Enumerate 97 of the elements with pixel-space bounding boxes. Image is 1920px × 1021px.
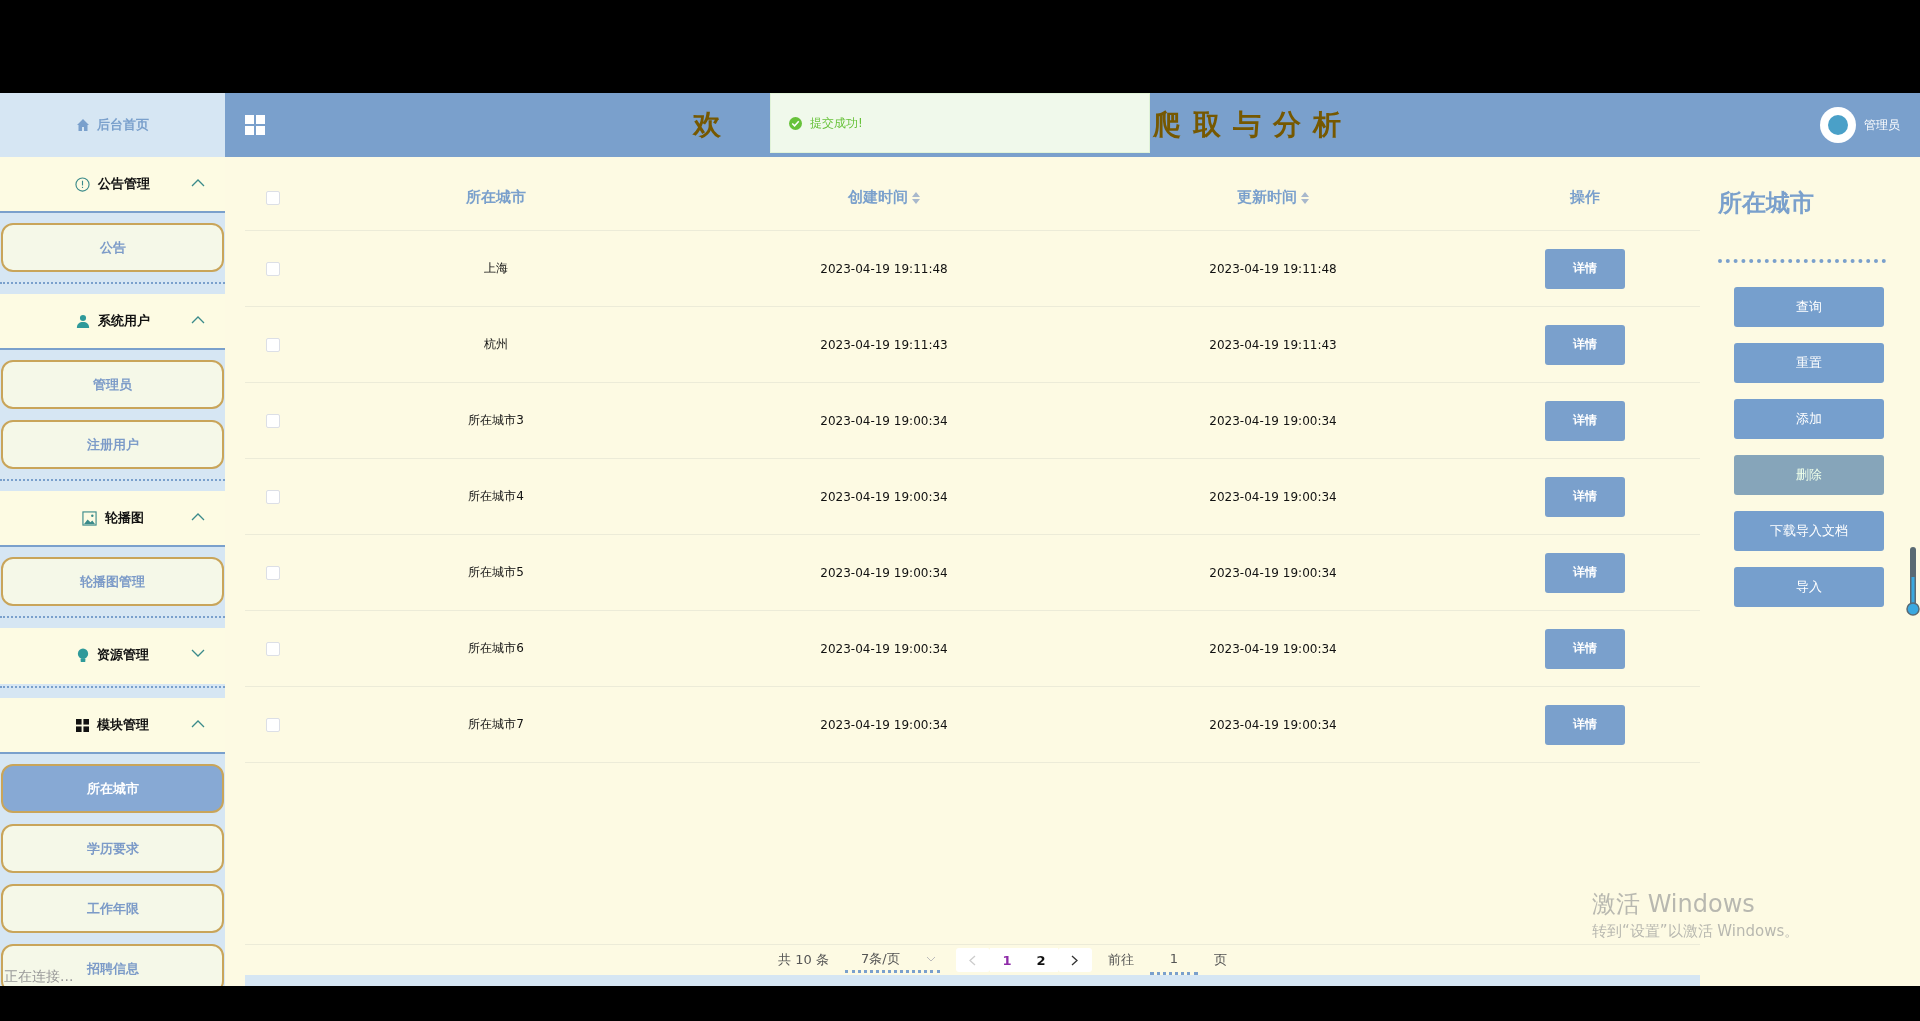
menu-item[interactable]: 管理员 — [1, 360, 224, 409]
chevron-up-icon — [191, 315, 205, 324]
table-cell-text: 所在城市6 — [467, 640, 525, 657]
table-cell-text: 所在城市3 — [467, 412, 525, 429]
detail-button[interactable]: 详情 — [1544, 476, 1625, 517]
grid-icon — [76, 718, 89, 732]
user-icon — [75, 314, 90, 328]
table-cell-text: 2023-04-19 19:11:48 — [819, 261, 949, 276]
menu-group-label: 公告管理 — [98, 175, 150, 193]
detail-button[interactable]: 详情 — [1544, 628, 1625, 669]
menu-group-header[interactable]: 轮播图 — [0, 491, 225, 547]
action-button[interactable]: 导入 — [1734, 567, 1884, 607]
menu-group-label: 系统用户 — [97, 312, 150, 330]
menu-group-header[interactable]: 系统用户 — [0, 294, 225, 350]
table-cell-text: 上海 — [483, 260, 509, 277]
page-number[interactable]: 2 — [1023, 948, 1058, 972]
row-checkbox[interactable] — [266, 261, 280, 276]
menu-group-header[interactable]: 公告管理 — [0, 157, 225, 213]
menu-item[interactable]: 公告 — [1, 223, 224, 272]
chevron-down-icon — [925, 955, 936, 962]
table-cell-text: 杭州 — [483, 336, 509, 353]
table-cell-text: 2023-04-19 19:00:34 — [819, 489, 949, 504]
table-cell-text: 2023-04-19 19:00:34 — [819, 717, 949, 732]
user-name[interactable]: 管理员 — [1864, 116, 1900, 134]
table-cell-text: 所在城市4 — [467, 488, 525, 505]
detail-button[interactable]: 详情 — [1544, 248, 1625, 289]
row-checkbox[interactable] — [266, 565, 280, 580]
page-title: 欢 — [692, 107, 733, 143]
menu-group-label: 模块管理 — [97, 716, 149, 734]
activation-message: 转到“设置”以激活 Windows。 — [1592, 922, 1800, 941]
action-button[interactable]: 查询 — [1734, 287, 1884, 327]
menu-item[interactable]: 注册用户 — [1, 420, 224, 469]
table-cell-text: 2023-04-19 19:11:48 — [1208, 261, 1338, 276]
page-suffix: 页 — [1213, 951, 1227, 969]
page-number[interactable]: 1 — [989, 948, 1024, 972]
status-text: 正在连接... — [3, 968, 74, 986]
menu-item[interactable]: 所在城市 — [1, 764, 224, 813]
thermometer-drawing — [1906, 547, 1920, 617]
table-cell-text: 2023-04-19 19:00:34 — [1208, 413, 1338, 428]
action-button[interactable]: 添加 — [1734, 399, 1884, 439]
avatar[interactable] — [1820, 107, 1856, 143]
row-checkbox[interactable] — [266, 641, 280, 656]
detail-button[interactable]: 详情 — [1544, 704, 1625, 745]
table-cell-text: 所在城市5 — [467, 564, 525, 581]
next-page-button[interactable] — [1057, 948, 1092, 972]
column-header[interactable]: 创建时间 — [691, 188, 1077, 207]
row-checkbox[interactable] — [266, 489, 280, 504]
total-count: 共 10 条 — [778, 951, 829, 969]
table-cell-text: 2023-04-19 19:00:34 — [1208, 489, 1338, 504]
chevron-down-icon — [191, 649, 205, 658]
bulb-icon — [76, 647, 89, 663]
table-cell-text: 2023-04-19 19:00:34 — [1208, 641, 1338, 656]
menu-item[interactable]: 轮播图管理 — [1, 557, 224, 606]
column-header: 所在城市 — [465, 188, 527, 207]
table-cell-text: 所在城市7 — [467, 716, 525, 733]
chevron-up-icon — [191, 512, 205, 521]
sort-icon[interactable] — [912, 191, 920, 204]
table-cell-text: 2023-04-19 19:00:34 — [819, 413, 949, 428]
menu-item[interactable]: 工作年限 — [1, 884, 224, 933]
info-icon — [75, 176, 90, 192]
detail-button[interactable]: 详情 — [1544, 400, 1625, 441]
table-cell-text: 2023-04-19 19:00:34 — [1208, 565, 1338, 580]
column-header: 操作 — [1568, 188, 1601, 207]
chevron-left-icon — [969, 954, 977, 966]
action-button[interactable]: 重置 — [1734, 343, 1884, 383]
menu-group-label: 轮播图 — [104, 509, 144, 527]
page-title: 爬取与分析 — [1152, 107, 1353, 143]
prev-page-button[interactable] — [955, 948, 990, 972]
table-cell-text: 2023-04-19 19:00:34 — [819, 565, 949, 580]
menu-group-header[interactable]: 资源管理 — [0, 628, 225, 684]
activation-title: 激活 Windows — [1592, 889, 1756, 920]
table-cell-text: 2023-04-19 19:11:43 — [819, 337, 949, 352]
chevron-right-icon — [1071, 954, 1079, 966]
toast-message: 提交成功! — [810, 114, 863, 132]
grid-menu-icon[interactable] — [245, 115, 265, 135]
chevron-up-icon — [191, 719, 205, 728]
row-checkbox[interactable] — [266, 337, 280, 352]
panel-title: 所在城市 — [1718, 188, 1815, 219]
table-cell-text: 2023-04-19 19:11:43 — [1208, 337, 1338, 352]
menu-item[interactable]: 学历要求 — [1, 824, 224, 873]
row-checkbox[interactable] — [266, 717, 280, 732]
detail-button[interactable]: 详情 — [1544, 552, 1625, 593]
action-button[interactable]: 下载导入文档 — [1734, 511, 1884, 551]
table-cell-text: 2023-04-19 19:00:34 — [1208, 717, 1338, 732]
menu-group-label: 资源管理 — [96, 646, 149, 664]
select-all-checkbox[interactable] — [266, 190, 280, 205]
sort-icon[interactable] — [1301, 191, 1309, 204]
chevron-up-icon — [191, 178, 205, 187]
row-checkbox[interactable] — [266, 413, 280, 428]
home-icon — [76, 119, 89, 131]
detail-button[interactable]: 详情 — [1544, 324, 1625, 365]
goto-label: 前往 — [1107, 951, 1134, 969]
table-cell-text: 2023-04-19 19:00:34 — [819, 641, 949, 656]
image-icon — [81, 510, 97, 526]
check-circle-icon — [789, 116, 802, 130]
menu-group-header[interactable]: 模块管理 — [0, 698, 225, 754]
column-header[interactable]: 更新时间 — [1077, 188, 1469, 207]
